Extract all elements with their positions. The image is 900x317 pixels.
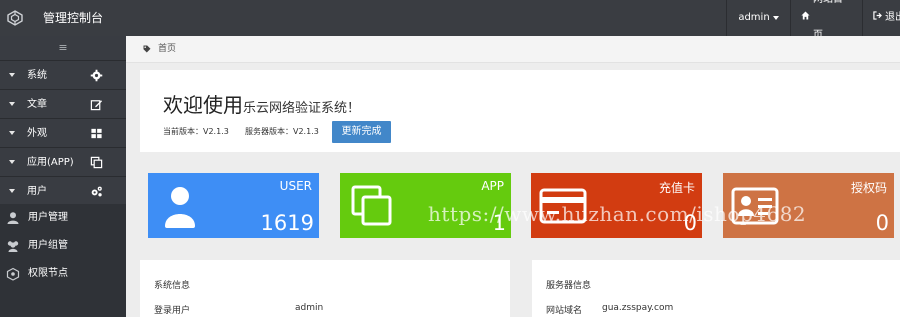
sidebar-item-user-manage[interactable]: 用户管理 [0,204,126,232]
sidebar-item-label: 应用(APP) [27,157,74,168]
users-icon [7,241,19,252]
current-version: 当前版本：V2.1.3 [163,127,229,136]
sidebar: ≡ 系统 文章 外观 应用(APP) 用户 用户管理 用户组管 权限节点 [0,36,126,317]
page-title: 欢迎使用乐云网络验证系统！ [163,89,360,118]
grid-icon [91,128,102,139]
card-title: 授权码 [850,181,887,195]
server-info-panel: 服务器信息 网站域名 gua.zsspay.com [532,260,900,317]
tag-icon [143,45,151,53]
update-button[interactable]: 更新完成 [332,121,391,143]
card-value: 1 [492,211,506,235]
sidebar-item-label: 文章 [27,99,47,110]
caret-down-icon [9,189,15,193]
sidebar-item-label: 外观 [27,128,47,139]
logout-label: 退出 [885,12,900,23]
home-icon [801,0,810,36]
row-label: 登录用户 [154,306,191,316]
system-info-panel: 系统信息 登录用户 admin [140,260,510,317]
card-title: 充值卡 [658,181,695,195]
gear-icon [90,69,103,82]
server-version: 服务器版本：V2.1.3 [245,127,319,136]
sidebar-item-permission-nodes[interactable]: 权限节点 [0,260,126,288]
breadcrumb: 首页 [126,36,900,63]
sidebar-item-article[interactable]: 文章 [0,89,126,118]
site-home-link[interactable]: 网站首页 [790,0,862,41]
card-title: APP [481,179,504,193]
logout-link[interactable]: 退出 [862,0,900,36]
top-bar: 管理控制台 admin 网站首页 退出 [0,0,900,41]
menu-bars-icon[interactable]: ≡ [0,36,126,60]
sidebar-item-user-group[interactable]: 用户组管 [0,232,126,260]
stat-card-user[interactable]: USER 1619 [148,173,319,238]
user-icon [7,212,19,224]
id-card-icon [731,187,779,225]
card-value: 0 [683,211,697,235]
caret-down-icon [9,131,15,135]
card-value: 0 [875,211,889,235]
card-title: USER [279,179,312,193]
caret-down-icon [9,160,15,164]
sidebar-item-user[interactable]: 用户 [0,176,126,205]
sidebar-item-appearance[interactable]: 外观 [0,118,126,147]
sidebar-item-label: 权限节点 [28,268,68,279]
stat-card-app[interactable]: APP 1 [340,173,511,238]
copy-icon [351,185,392,226]
sidebar-item-system[interactable]: 系统 [0,60,126,89]
welcome-system-name: 乐云网络验证系统！ [243,101,361,116]
row-value: admin [295,303,324,313]
user-name: admin [738,12,770,23]
sidebar-item-label: 用户 [27,186,47,197]
breadcrumb-home[interactable]: 首页 [158,36,176,63]
brand-title: 管理控制台 [43,11,104,25]
sidebar-item-label: 用户组管 [28,240,68,251]
panel-title: 服务器信息 [546,281,592,291]
edit-icon [90,100,103,111]
copy-icon [90,156,103,169]
sidebar-item-label: 系统 [27,70,47,81]
caret-down-icon [9,73,15,77]
card-value: 1619 [260,211,314,235]
nodes-icon [6,267,20,281]
user-icon [165,187,195,228]
row-label: 网站域名 [546,306,583,316]
chevron-down-icon [772,16,779,20]
sidebar-item-label: 用户管理 [28,212,68,223]
stat-card-recharge[interactable]: 充值卡 0 [531,173,702,238]
sidebar-item-app[interactable]: 应用(APP) [0,147,126,176]
panel-title: 系统信息 [154,281,191,291]
logo-icon[interactable] [0,0,30,36]
logout-icon [873,0,882,36]
stat-card-license[interactable]: 授权码 0 [723,173,894,238]
welcome-heading: 欢迎使用 [163,93,243,117]
credit-card-icon [539,188,587,224]
row-value: gua.zsspay.com [602,303,674,313]
welcome-panel: 欢迎使用乐云网络验证系统！ 当前版本：V2.1.3 服务器版本：V2.1.3 更… [140,70,900,152]
user-menu[interactable]: admin [726,0,790,36]
gears-icon [91,186,102,197]
caret-down-icon [9,102,15,106]
